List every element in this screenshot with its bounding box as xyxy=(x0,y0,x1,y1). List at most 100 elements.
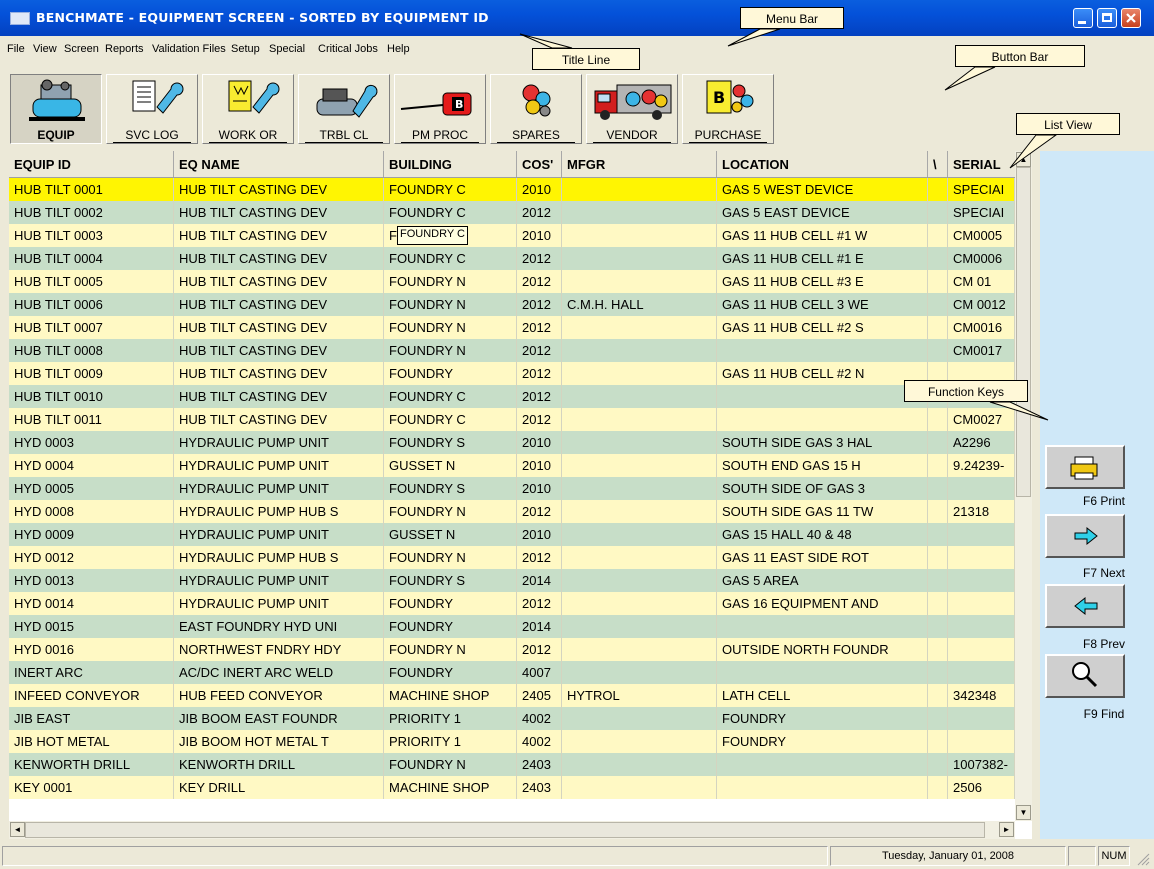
cell-equip-id: HUB TILT 0009 xyxy=(9,362,174,385)
table-row[interactable]: HYD 0005 HYDRAULIC PUMP UNIT FOUNDRY S 2010… xyxy=(9,477,1015,500)
table-row[interactable]: HUB TILT 0010 HUB TILT CASTING DEV FOUNDRY… xyxy=(9,385,1015,408)
find-button[interactable] xyxy=(1045,654,1125,698)
close-button[interactable] xyxy=(1121,8,1141,28)
table-row[interactable]: INFEED CONVEYOR HUB FEED CONVEYOR MACHINE … xyxy=(9,684,1015,707)
close-icon xyxy=(1126,13,1136,23)
table-row[interactable]: INERT ARC AC/DC INERT ARC WELD FOUNDRY 4007 xyxy=(9,661,1015,684)
pm-proc-button[interactable]: B PM PROC xyxy=(394,74,486,144)
scroll-up-arrow[interactable]: ▲ xyxy=(1016,152,1031,167)
cell-mfgr xyxy=(562,178,717,201)
cell-narrow xyxy=(928,431,948,454)
equip-button[interactable]: EQUIP xyxy=(10,74,102,144)
vertical-scrollbar[interactable]: ▲ ▼ xyxy=(1015,151,1032,821)
window-title: BENCHMATE - EQUIPMENT SCREEN - SORTED BY… xyxy=(36,10,489,25)
svc-log-button[interactable]: SVC LOG xyxy=(106,74,198,144)
cell-equip-id: HYD 0009 xyxy=(9,523,174,546)
cell-cost: 2405 xyxy=(517,684,562,707)
printer-icon xyxy=(1070,456,1098,480)
column-header-equip-id[interactable]: EQUIP ID xyxy=(9,151,174,177)
table-row[interactable]: HUB TILT 0005 HUB TILT CASTING DEV FOUNDRY… xyxy=(9,270,1015,293)
table-row[interactable]: HYD 0008 HYDRAULIC PUMP HUB S FOUNDRY N 201… xyxy=(9,500,1015,523)
menu-validation-files[interactable]: Validation Files xyxy=(152,43,226,55)
cell-eq-name: HUB TILT CASTING DEV xyxy=(174,362,384,385)
table-row[interactable]: JIB HOT METAL JIB BOOM HOT METAL T PRIORIT… xyxy=(9,730,1015,753)
cell-narrow xyxy=(928,592,948,615)
scroll-left-arrow[interactable]: ◄ xyxy=(10,822,25,837)
table-row[interactable]: HYD 0012 HYDRAULIC PUMP HUB S FOUNDRY N 201… xyxy=(9,546,1015,569)
menu-special[interactable]: Special xyxy=(269,43,305,55)
next-button[interactable] xyxy=(1045,514,1125,558)
table-row[interactable]: HYD 0016 NORTHWEST FNDRY HDY FOUNDRY N 2012… xyxy=(9,638,1015,661)
column-header-eq-name[interactable]: EQ NAME xyxy=(174,151,384,177)
cell-cost: 2012 xyxy=(517,500,562,523)
table-row[interactable]: HUB TILT 0006 HUB TILT CASTING DEV FOUNDRY… xyxy=(9,293,1015,316)
purchase-button[interactable]: B PURCHASE xyxy=(682,74,774,144)
spares-button[interactable]: SPARES xyxy=(490,74,582,144)
trouble-call-button[interactable]: TRBL CL xyxy=(298,74,390,144)
resize-grip-icon[interactable] xyxy=(1136,852,1150,866)
table-row[interactable]: JIB EAST JIB BOOM EAST FOUNDR PRIORITY 1 40… xyxy=(9,707,1015,730)
cell-mfgr xyxy=(562,339,717,362)
cell-cost: 2403 xyxy=(517,776,562,799)
table-row[interactable]: HUB TILT 0009 HUB TILT CASTING DEV FOUNDRY… xyxy=(9,362,1015,385)
menu-file[interactable]: File xyxy=(7,43,25,55)
svc-log-underline xyxy=(113,142,191,143)
column-header-location[interactable]: LOCATION xyxy=(717,151,928,177)
cell-location: GAS 11 EAST SIDE ROT xyxy=(717,546,928,569)
print-key-label: F6 Print xyxy=(1082,494,1125,508)
table-row[interactable]: HUB TILT 0007 HUB TILT CASTING DEV FOUNDRY… xyxy=(9,316,1015,339)
cell-cost: 2012 xyxy=(517,247,562,270)
equipment-list-view[interactable]: EQUIP ID EQ NAME BUILDING COS' MFGR LOCA… xyxy=(9,151,1032,839)
cell-narrow xyxy=(928,477,948,500)
table-row[interactable]: HYD 0015 EAST FOUNDRY HYD UNI FOUNDRY 2014 xyxy=(9,615,1015,638)
table-row[interactable]: HUB TILT 0002 HUB TILT CASTING DEV FOUNDRY… xyxy=(9,201,1015,224)
column-header-building[interactable]: BUILDING xyxy=(384,151,517,177)
table-row[interactable]: HUB TILT 0004 HUB TILT CASTING DEV FOUNDRY… xyxy=(9,247,1015,270)
table-row[interactable]: HUB TILT 0001 HUB TILT CASTING DEV FOUNDRY… xyxy=(9,178,1015,201)
table-row[interactable]: KEY 0001 KEY DRILL MACHINE SHOP 2403 2506 xyxy=(9,776,1015,799)
menu-setup[interactable]: Setup xyxy=(231,43,260,55)
maximize-button[interactable] xyxy=(1097,8,1117,28)
column-header-narrow[interactable]: \ xyxy=(928,151,948,177)
cell-eq-name: EAST FOUNDRY HYD UNI xyxy=(174,615,384,638)
table-row[interactable]: HUB TILT 0011 HUB TILT CASTING DEV FOUNDRY… xyxy=(9,408,1015,431)
cell-cost: 2014 xyxy=(517,569,562,592)
cell-cost: 2012 xyxy=(517,362,562,385)
cell-building: FOUNDRY C xyxy=(384,201,517,224)
table-row[interactable]: HUB TILT 0008 HUB TILT CASTING DEV FOUNDRY… xyxy=(9,339,1015,362)
table-row[interactable]: HYD 0014 HYDRAULIC PUMP UNIT FOUNDRY 2012 GA… xyxy=(9,592,1015,615)
horizontal-scroll-thumb[interactable] xyxy=(25,822,985,838)
prev-button[interactable] xyxy=(1045,584,1125,628)
menu-help[interactable]: Help xyxy=(387,43,410,55)
minimize-button[interactable] xyxy=(1073,8,1093,28)
menu-critical-jobs[interactable]: Critical Jobs xyxy=(318,43,378,55)
vendor-button[interactable]: VENDOR xyxy=(586,74,678,144)
table-row[interactable]: KENWORTH DRILL KENWORTH DRILL FOUNDRY N 240… xyxy=(9,753,1015,776)
cell-cost: 2010 xyxy=(517,454,562,477)
cell-eq-name: KEY DRILL xyxy=(174,776,384,799)
scroll-right-arrow[interactable]: ► xyxy=(999,822,1014,837)
table-row[interactable]: HYD 0009 HYDRAULIC PUMP UNIT GUSSET N 2010 G… xyxy=(9,523,1015,546)
column-header-serial[interactable]: SERIAL xyxy=(948,151,1015,177)
column-header-mfgr[interactable]: MFGR xyxy=(562,151,717,177)
table-row[interactable]: HYD 0003 HYDRAULIC PUMP UNIT FOUNDRY S 2010… xyxy=(9,431,1015,454)
cell-serial: 2506 xyxy=(948,776,1015,799)
cell-cost: 2012 xyxy=(517,638,562,661)
column-header-cost[interactable]: COS' xyxy=(517,151,562,177)
cell-eq-name: HUB TILT CASTING DEV xyxy=(174,316,384,339)
menu-reports[interactable]: Reports xyxy=(105,43,144,55)
vertical-scroll-thumb[interactable] xyxy=(1016,167,1031,497)
print-button[interactable] xyxy=(1045,445,1125,489)
menu-view[interactable]: View xyxy=(33,43,57,55)
horizontal-scrollbar[interactable]: ◄ ► xyxy=(9,821,1015,839)
menu-screen[interactable]: Screen xyxy=(64,43,99,55)
cell-cost: 2012 xyxy=(517,201,562,224)
cell-serial xyxy=(948,661,1015,684)
table-row[interactable]: HYD 0004 HYDRAULIC PUMP UNIT GUSSET N 2010 S… xyxy=(9,454,1015,477)
callout-button-bar: Button Bar xyxy=(955,45,1085,67)
scroll-down-arrow[interactable]: ▼ xyxy=(1016,805,1031,820)
table-row[interactable]: HUB TILT 0003HUB TILT CASTING DEV FOUNDRY… xyxy=(9,224,1015,247)
table-row[interactable]: HYD 0013 HYDRAULIC PUMP UNIT FOUNDRY S 2014… xyxy=(9,569,1015,592)
cell-building: MACHINE SHOP xyxy=(384,776,517,799)
work-order-button[interactable]: WORK OR xyxy=(202,74,294,144)
